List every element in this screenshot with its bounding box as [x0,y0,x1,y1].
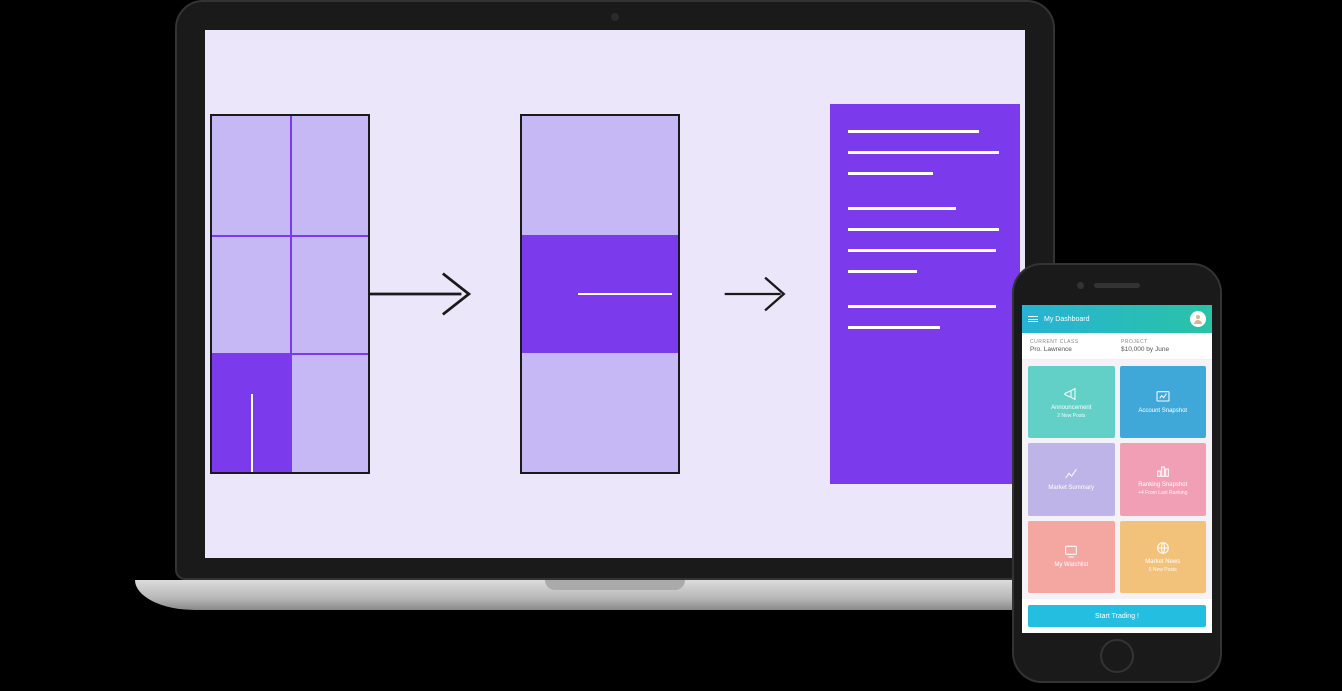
tile-account-snapshot[interactable]: Account Snapshot [1120,366,1207,438]
tile-title: Market News [1145,559,1180,565]
tile-title: Announcement [1051,405,1091,411]
tile-subtitle: 5 New Posts [1149,567,1177,573]
project-value: $10,000 by June [1121,346,1204,353]
phone-home-button[interactable] [1100,639,1134,673]
dashboard-tiles: Announcement 2 New Posts Account Snapsho… [1022,360,1212,599]
subheader: CURRENT CLASS Pro. Lawrence PROJECT $10,… [1022,333,1212,360]
tile-market-news[interactable]: Market News 5 New Posts [1120,521,1207,593]
current-class-value: Pro. Lawrence [1030,346,1113,353]
chart-icon [1155,389,1171,405]
megaphone-icon [1063,386,1079,402]
phone-screen: My Dashboard CURRENT CLASS Pro. Lawrence… [1022,305,1212,633]
current-class-block: CURRENT CLASS Pro. Lawrence [1030,339,1113,353]
hamburger-menu-icon[interactable] [1028,316,1038,322]
trend-icon [1063,466,1079,482]
tile-title: My Watchlist [1054,562,1088,568]
tile-subtitle: 2 New Posts [1057,413,1085,419]
tile-my-watchlist[interactable]: My Watchlist [1028,521,1115,593]
avatar[interactable] [1190,311,1206,327]
tile-announcement[interactable]: Announcement 2 New Posts [1028,366,1115,438]
tile-title: Account Snapshot [1138,408,1187,414]
arrow-icon [410,259,480,329]
laptop-camera-icon [611,13,619,21]
tile-market-summary[interactable]: Market Summary [1028,443,1115,515]
diagram-step-2-band [520,114,680,474]
laptop-base [135,580,1095,610]
laptop-body [175,0,1055,580]
laptop-device-mockup [175,0,1055,630]
phone-device-mockup: My Dashboard CURRENT CLASS Pro. Lawrence… [1012,263,1222,683]
app-header: My Dashboard [1022,305,1212,333]
laptop-notch [545,580,685,590]
tile-subtitle: +4 From Last Ranking [1138,490,1187,496]
project-block: PROJECT $10,000 by June [1121,339,1204,353]
diagram-step-3-document [830,104,1020,484]
laptop-screen [205,30,1025,558]
tile-title: Market Summary [1048,485,1094,491]
diagram-step-1-grid [210,114,370,474]
page-title: My Dashboard [1044,316,1090,323]
tile-title: Ranking Snapshot [1138,482,1187,488]
globe-icon [1155,540,1171,556]
current-class-label: CURRENT CLASS [1030,339,1113,345]
arrow-icon [720,259,790,329]
watch-icon [1063,543,1079,559]
project-label: PROJECT [1121,339,1204,345]
phone-speaker-icon [1094,283,1140,288]
tile-ranking-snapshot[interactable]: Ranking Snapshot +4 From Last Ranking [1120,443,1207,515]
start-trading-button[interactable]: Start Trading ! [1028,605,1206,627]
phone-camera-icon [1077,282,1084,289]
rank-icon [1155,463,1171,479]
start-trading-label: Start Trading ! [1095,613,1139,620]
